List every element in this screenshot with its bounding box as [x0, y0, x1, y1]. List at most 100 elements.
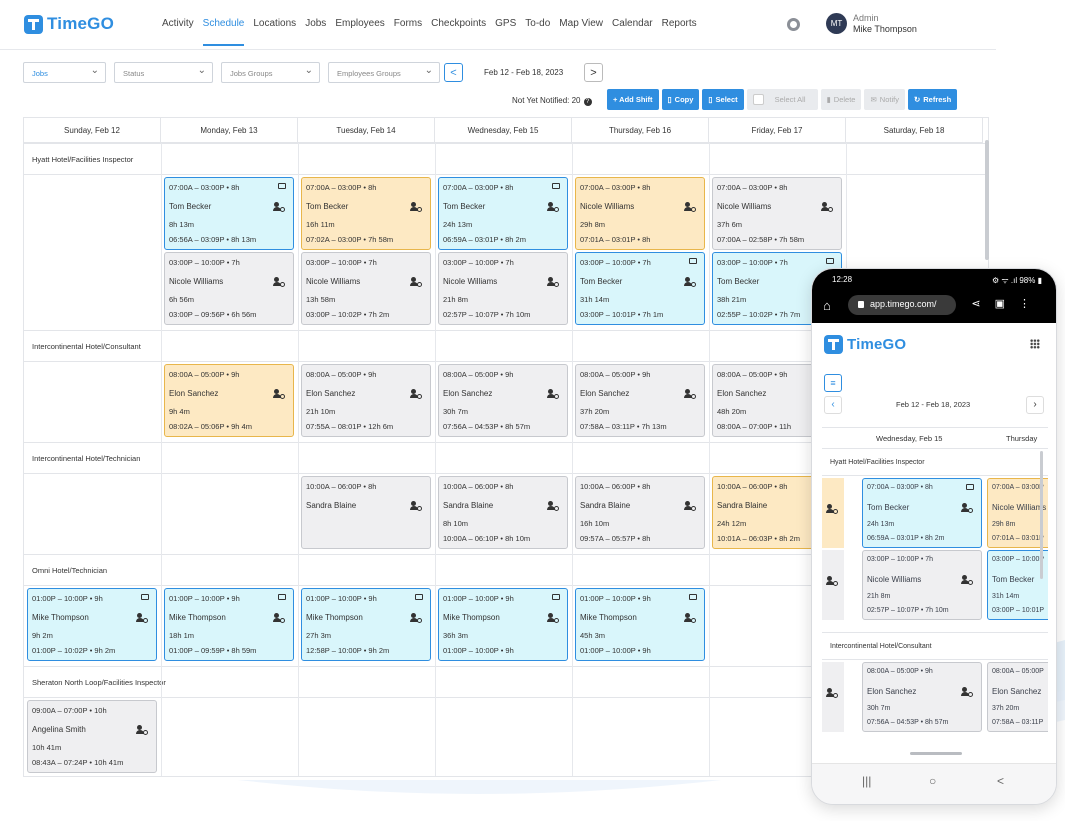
select-all-checkbox[interactable]: [752, 94, 764, 105]
phone-next-button[interactable]: ›: [1026, 396, 1044, 414]
nav-gps[interactable]: GPS: [495, 18, 516, 29]
employees-groups-select[interactable]: Employees Groups: [328, 62, 440, 83]
shift-card[interactable]: 08:00A – 05:00P • 9h Elon Sanchez 9h 4m 08:…: [164, 364, 294, 437]
shift-card[interactable]: 07:00A – 03:00P • 8h Tom Becker 24h 13m 06:…: [438, 177, 568, 250]
grid-scrollbar[interactable]: [985, 140, 989, 260]
phone-scrollbar[interactable]: [1040, 451, 1043, 579]
assign-employee-icon[interactable]: [684, 202, 696, 212]
phone-previous-day-stub[interactable]: [822, 478, 844, 548]
nav-map-view[interactable]: Map View: [559, 18, 603, 29]
assign-employee-icon[interactable]: [961, 687, 973, 697]
status-select[interactable]: Status: [114, 62, 213, 83]
shift-card[interactable]: 01:00P – 10:00P • 9h Mike Thompson 18h 1m 0…: [164, 588, 294, 661]
phone-previous-day-stub[interactable]: [822, 662, 844, 732]
assign-employee-icon[interactable]: [410, 277, 422, 287]
phone-shift-card[interactable]: 07:00A – 03:00P Nicole Williams 29h 8m 07:0…: [987, 478, 1048, 548]
assign-employee-icon[interactable]: [684, 277, 696, 287]
mail-icon[interactable]: [141, 594, 149, 600]
assign-employee-icon[interactable]: [547, 202, 559, 212]
mail-icon[interactable]: [552, 183, 560, 189]
assign-employee-icon[interactable]: [410, 389, 422, 399]
phone-shift-card[interactable]: 03:00P – 10:00P Tom Becker 31h 14m 03:00P –…: [987, 550, 1048, 620]
home-icon[interactable]: ⌂: [823, 298, 831, 313]
logo[interactable]: TimeGO: [24, 14, 114, 34]
assign-employee-icon[interactable]: [273, 277, 285, 287]
nav-employees[interactable]: Employees: [335, 18, 384, 29]
assign-employee-icon[interactable]: [826, 688, 838, 698]
assign-employee-icon[interactable]: [961, 503, 973, 513]
assign-employee-icon[interactable]: [410, 202, 422, 212]
help-icon[interactable]: ?: [583, 98, 592, 106]
phone-shift-card[interactable]: 08:00A – 05:00P Elon Sanchez 37h 20m 07:58A…: [987, 662, 1048, 732]
user-info[interactable]: Admin Mike Thompson: [853, 13, 917, 35]
mail-icon[interactable]: [826, 258, 834, 264]
shift-card[interactable]: 08:00A – 05:00P • 9h Elon Sanchez 21h 10m 0…: [301, 364, 431, 437]
nav-todo[interactable]: To-do: [525, 18, 550, 29]
mail-icon[interactable]: [278, 594, 286, 600]
shift-card[interactable]: 07:00A – 03:00P • 8h Nicole Williams 29h 8…: [575, 177, 705, 250]
nav-reports[interactable]: Reports: [662, 18, 697, 29]
apps-grid-icon[interactable]: [1030, 339, 1040, 349]
assign-employee-icon[interactable]: [961, 575, 973, 585]
shift-card[interactable]: 03:00P – 10:00P • 7h Nicole Williams 6h 56…: [164, 252, 294, 325]
avatar[interactable]: MT: [826, 13, 847, 34]
shift-card[interactable]: 01:00P – 10:00P • 9h Mike Thompson 45h 3m 0…: [575, 588, 705, 661]
shift-card[interactable]: 09:00A – 07:00P • 10h Angelina Smith 10h 4…: [27, 700, 157, 773]
refresh-button[interactable]: ↻ Refresh: [907, 89, 958, 110]
shift-card[interactable]: 03:00P – 10:00P • 7h Nicole Williams 21h 8…: [438, 252, 568, 325]
mail-icon[interactable]: [689, 594, 697, 600]
home-button-icon[interactable]: ○: [929, 774, 936, 788]
nav-calendar[interactable]: Calendar: [612, 18, 653, 29]
shift-card[interactable]: 03:00P – 10:00P • 7h Tom Becker 31h 14m 03:…: [575, 252, 705, 325]
assign-employee-icon[interactable]: [547, 501, 559, 511]
shift-card[interactable]: 01:00P – 10:00P • 9h Mike Thompson 27h 3m 1…: [301, 588, 431, 661]
shift-card[interactable]: 01:00P – 10:00P • 9h Mike Thompson 36h 3m 0…: [438, 588, 568, 661]
next-week-button[interactable]: >: [584, 63, 603, 82]
gear-icon[interactable]: [787, 18, 800, 31]
jobs-groups-select[interactable]: Jobs Groups: [221, 62, 320, 83]
phone-shift-card[interactable]: 07:00A – 03:00P • 8h Tom Becker 24h 13m 06:…: [862, 478, 982, 548]
copy-button[interactable]: ▯ Copy: [661, 89, 700, 110]
nav-checkpoints[interactable]: Checkpoints: [431, 18, 486, 29]
shift-card[interactable]: 10:00A – 06:00P • 8h Sandra Blaine: [301, 476, 431, 549]
shift-card[interactable]: 07:00A – 03:00P • 8h Nicole Williams 37h 6…: [712, 177, 842, 250]
mail-icon[interactable]: [966, 484, 974, 490]
select-all-button[interactable]: Select All: [746, 89, 818, 110]
shift-card[interactable]: 10:00A – 06:00P • 8h Sandra Blaine 8h 10m 1…: [438, 476, 568, 549]
phone-previous-day-stub[interactable]: [822, 550, 844, 620]
recent-apps-icon[interactable]: |||: [862, 774, 871, 788]
mail-icon[interactable]: [552, 594, 560, 600]
assign-employee-icon[interactable]: [684, 613, 696, 623]
nav-activity[interactable]: Activity: [162, 18, 194, 29]
assign-employee-icon[interactable]: [410, 501, 422, 511]
assign-employee-icon[interactable]: [547, 277, 559, 287]
nav-schedule[interactable]: Schedule: [202, 18, 244, 46]
assign-employee-icon[interactable]: [410, 613, 422, 623]
assign-employee-icon[interactable]: [684, 389, 696, 399]
phone-horizontal-scrollbar[interactable]: [910, 752, 962, 755]
assign-employee-icon[interactable]: [273, 613, 285, 623]
assign-employee-icon[interactable]: [136, 725, 148, 735]
select-button[interactable]: ▯ Select: [702, 89, 744, 110]
prev-week-button[interactable]: <: [444, 63, 463, 82]
assign-employee-icon[interactable]: [826, 576, 838, 586]
shift-card[interactable]: 10:00A – 06:00P • 8h Sandra Blaine 16h 10m…: [575, 476, 705, 549]
mail-icon[interactable]: [689, 258, 697, 264]
browser-menu-icons[interactable]: ⋖▣⋮: [971, 297, 1044, 310]
shift-card[interactable]: 07:00A – 03:00P • 8h Tom Becker 8h 13m 06:5…: [164, 177, 294, 250]
phone-shift-card[interactable]: 08:00A – 05:00P • 9h Elon Sanchez 30h 7m 07…: [862, 662, 982, 732]
nav-jobs[interactable]: Jobs: [305, 18, 326, 29]
nav-locations[interactable]: Locations: [253, 18, 296, 29]
jobs-select[interactable]: Jobs: [23, 62, 106, 83]
url-field[interactable]: app.timego.com/: [848, 295, 956, 315]
assign-employee-icon[interactable]: [273, 202, 285, 212]
phone-shift-card[interactable]: 03:00P – 10:00P • 7h Nicole Williams 21h 8…: [862, 550, 982, 620]
filter-icon[interactable]: ≡: [824, 374, 842, 392]
shift-card[interactable]: 08:00A – 05:00P • 9h Elon Sanchez 37h 20m 0…: [575, 364, 705, 437]
assign-employee-icon[interactable]: [136, 613, 148, 623]
shift-card[interactable]: 08:00A – 05:00P • 9h Elon Sanchez 30h 7m 07…: [438, 364, 568, 437]
shift-card[interactable]: 03:00P – 10:00P • 7h Nicole Williams 13h 5…: [301, 252, 431, 325]
shift-card[interactable]: 07:00A – 03:00P • 8h Tom Becker 16h 11m 07:…: [301, 177, 431, 250]
assign-employee-icon[interactable]: [826, 504, 838, 514]
shift-card[interactable]: 01:00P – 10:00P • 9h Mike Thompson 9h 2m 01…: [27, 588, 157, 661]
